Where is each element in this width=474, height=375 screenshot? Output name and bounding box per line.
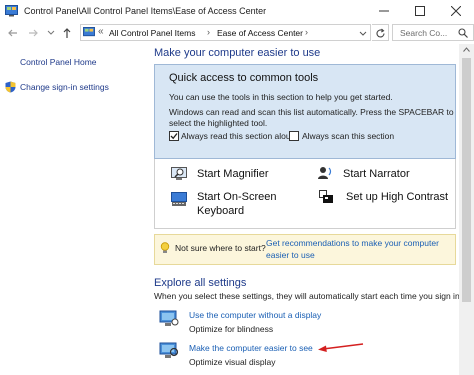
back-button[interactable]: [6, 25, 20, 40]
up-button[interactable]: [60, 25, 74, 40]
up-arrow-icon: [63, 28, 71, 38]
refresh-icon: [376, 28, 385, 38]
use-without-display-link[interactable]: Use the computer without a display: [189, 310, 321, 320]
annotation-arrow-icon: [318, 343, 364, 352]
narrator-icon[interactable]: [317, 166, 333, 180]
quick-access-text-line2: Windows can read and scan this list auto…: [169, 107, 454, 117]
breadcrumb-ease-of-access[interactable]: Ease of Access Center: [217, 28, 303, 38]
quick-tools-panel: Start Magnifier Start Narrator Start On-…: [154, 159, 456, 229]
monitor-icon[interactable]: [159, 342, 179, 359]
maximize-button[interactable]: [402, 0, 438, 22]
quick-access-panel: Quick access to common tools You can use…: [154, 64, 456, 159]
close-icon: [451, 6, 461, 16]
recent-locations-button[interactable]: [44, 25, 58, 40]
start-narrator-link[interactable]: Start Narrator: [343, 168, 410, 180]
get-recommendations-link-line2[interactable]: easier to use: [266, 250, 315, 260]
vertical-scrollbar[interactable]: [459, 44, 474, 375]
address-bar-row: « All Control Panel Items › Ease of Acce…: [0, 24, 474, 42]
search-icon: [458, 28, 468, 38]
explore-settings-heading: Explore all settings: [154, 277, 247, 289]
make-easier-to-see-desc: Optimize visual display: [189, 357, 276, 367]
page-title: Make your computer easier to use: [154, 47, 321, 59]
title-bar: Control Panel\All Control Panel Items\Ea…: [0, 0, 474, 24]
address-field[interactable]: « All Control Panel Items › Ease of Acce…: [80, 24, 371, 41]
quick-access-title: Quick access to common tools: [169, 72, 319, 84]
quick-access-text-line1: You can use the tools in this section to…: [169, 92, 393, 102]
back-arrow-icon: [8, 29, 17, 37]
read-aloud-label[interactable]: Always read this section aloud: [181, 131, 295, 141]
start-osk-link-line2[interactable]: Keyboard: [197, 205, 244, 217]
explore-settings-subtext: When you select these settings, they wil…: [154, 291, 463, 301]
scan-section-label[interactable]: Always scan this section: [302, 131, 394, 141]
window-title: Control Panel\All Control Panel Items\Ea…: [24, 6, 267, 16]
scan-section-checkbox[interactable]: [289, 131, 299, 141]
shield-icon: [5, 81, 16, 93]
breadcrumb-overflow[interactable]: «: [98, 26, 104, 37]
breadcrumb-separator[interactable]: ›: [305, 27, 308, 37]
make-easier-to-see-link[interactable]: Make the computer easier to see: [189, 343, 313, 353]
quick-access-text-line3: select the highlighted tool.: [169, 118, 268, 128]
search-input[interactable]: Search Co...: [392, 24, 474, 41]
breadcrumb-separator[interactable]: ›: [207, 27, 210, 37]
control-panel-icon: [83, 27, 95, 37]
lightbulb-icon: [160, 242, 170, 253]
close-button[interactable]: [438, 0, 474, 22]
high-contrast-icon[interactable]: [319, 190, 335, 204]
scroll-up-icon[interactable]: [463, 47, 470, 52]
control-panel-home-link[interactable]: Control Panel Home: [20, 57, 97, 67]
start-magnifier-link[interactable]: Start Magnifier: [197, 168, 269, 180]
breadcrumb-all-items[interactable]: All Control Panel Items: [109, 28, 195, 38]
control-panel-icon: [5, 5, 18, 17]
change-signin-settings-link[interactable]: Change sign-in settings: [20, 82, 109, 92]
monitor-icon[interactable]: [159, 310, 179, 327]
forward-arrow-icon: [29, 29, 38, 37]
left-pane: Control Panel Home Change sign-in settin…: [0, 44, 140, 375]
set-up-high-contrast-link[interactable]: Set up High Contrast: [346, 191, 448, 203]
recommendation-tip: Not sure where to start? Get recommendat…: [154, 234, 456, 265]
read-aloud-checkbox[interactable]: [169, 131, 179, 141]
refresh-button[interactable]: [372, 24, 389, 41]
maximize-icon: [415, 6, 425, 16]
search-placeholder: Search Co...: [400, 28, 448, 38]
keyboard-icon[interactable]: [171, 192, 187, 206]
minimize-icon: [379, 10, 389, 12]
forward-button[interactable]: [26, 25, 40, 40]
magnifier-icon[interactable]: [171, 167, 187, 181]
minimize-button[interactable]: [366, 0, 402, 22]
scrollbar-thumb[interactable]: [462, 58, 471, 302]
chevron-down-icon[interactable]: [359, 30, 367, 38]
get-recommendations-link-line1[interactable]: Get recommendations to make your compute…: [266, 238, 439, 248]
use-without-display-desc: Optimize for blindness: [189, 324, 274, 334]
start-osk-link-line1[interactable]: Start On-Screen: [197, 191, 276, 203]
checkmark-icon: [170, 133, 178, 140]
chevron-down-icon: [47, 30, 55, 35]
tip-text: Not sure where to start?: [175, 243, 266, 253]
